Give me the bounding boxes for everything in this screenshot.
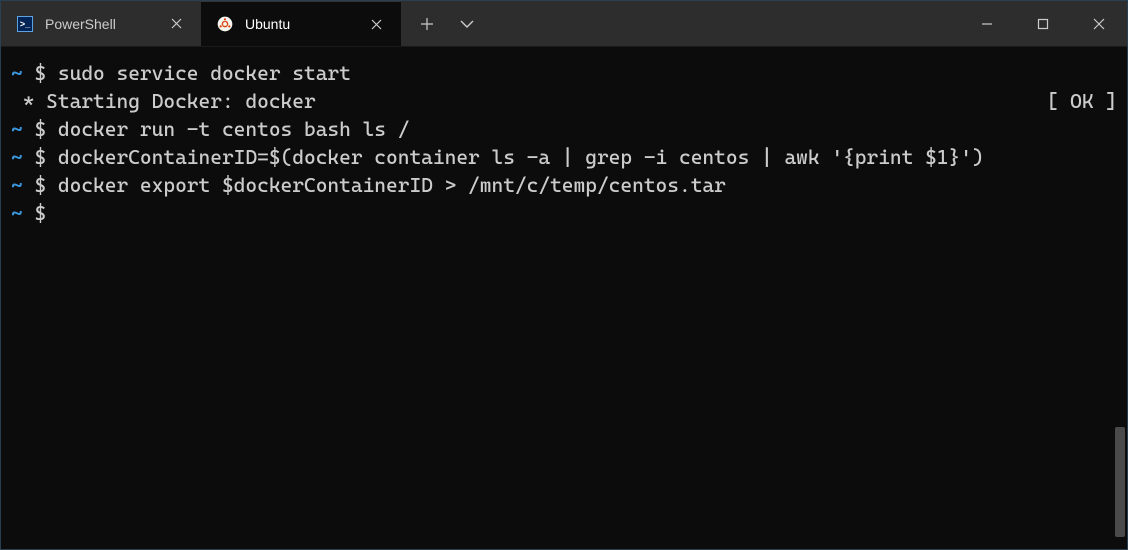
prompt-symbol: $ bbox=[23, 173, 58, 197]
new-tab-button[interactable] bbox=[409, 6, 445, 42]
terminal-line: ~ $ dockerContainerID=$(docker container… bbox=[11, 143, 1117, 171]
tab-dropdown-button[interactable] bbox=[449, 6, 485, 42]
ubuntu-icon bbox=[217, 16, 233, 32]
prompt-symbol: $ bbox=[23, 117, 58, 141]
window-controls bbox=[959, 1, 1127, 46]
terminal-line: ~ $ sudo service docker start bbox=[11, 59, 1117, 87]
scrollbar-thumb[interactable] bbox=[1115, 427, 1125, 537]
prompt-path: ~ bbox=[11, 201, 23, 225]
prompt-path: ~ bbox=[11, 145, 23, 169]
tab-ubuntu[interactable]: Ubuntu bbox=[201, 1, 401, 46]
tab-actions bbox=[401, 1, 493, 46]
prompt-symbol: $ bbox=[23, 201, 58, 225]
minimize-button[interactable] bbox=[959, 1, 1015, 46]
prompt-symbol: $ bbox=[23, 145, 58, 169]
status-badge: [ OK ] bbox=[1047, 87, 1117, 115]
close-icon[interactable] bbox=[367, 15, 385, 33]
close-icon[interactable] bbox=[167, 15, 185, 33]
titlebar-drag-area[interactable] bbox=[493, 1, 959, 46]
maximize-button[interactable] bbox=[1015, 1, 1071, 46]
tabs-container: >_ PowerShell Ubuntu bbox=[1, 1, 401, 46]
prompt-symbol: $ bbox=[23, 61, 58, 85]
command-text: docker run -t centos bash ls / bbox=[58, 117, 410, 141]
command-text: docker export $dockerContainerID > /mnt/… bbox=[58, 173, 726, 197]
command-text: dockerContainerID=$(docker container ls … bbox=[58, 145, 984, 169]
prompt-path: ~ bbox=[11, 117, 23, 141]
output-text: * Starting Docker: docker bbox=[11, 87, 316, 115]
prompt-path: ~ bbox=[11, 61, 23, 85]
terminal-line: * Starting Docker: docker [ OK ] bbox=[11, 87, 1117, 115]
terminal-line: ~ $ docker run -t centos bash ls / bbox=[11, 115, 1117, 143]
terminal-line: ~ $ docker export $dockerContainerID > /… bbox=[11, 171, 1117, 199]
tab-label: Ubuntu bbox=[245, 16, 355, 32]
command-text: sudo service docker start bbox=[58, 61, 351, 85]
powershell-icon: >_ bbox=[17, 16, 33, 32]
titlebar: >_ PowerShell Ubuntu bbox=[1, 1, 1127, 47]
tab-label: PowerShell bbox=[45, 16, 155, 32]
terminal-line: ~ $ bbox=[11, 199, 1117, 227]
terminal-area[interactable]: ~ $ sudo service docker start * Starting… bbox=[1, 47, 1127, 549]
prompt-path: ~ bbox=[11, 173, 23, 197]
tab-powershell[interactable]: >_ PowerShell bbox=[1, 1, 201, 46]
close-window-button[interactable] bbox=[1071, 1, 1127, 46]
